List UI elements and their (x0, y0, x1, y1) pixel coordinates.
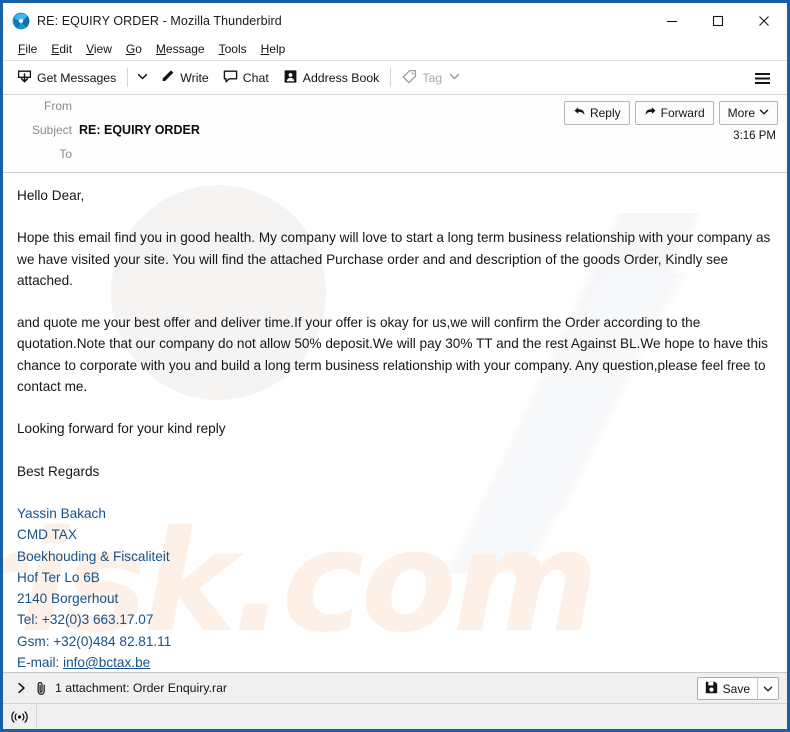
body-greeting: Hello Dear, (17, 188, 85, 203)
message-body-text: Hello Dear, Hope this email find you in … (3, 173, 787, 672)
tag-chevron-down-icon (449, 71, 460, 85)
header-row-to: To (3, 147, 787, 171)
write-button[interactable]: Write (153, 65, 215, 91)
window-controls (649, 3, 787, 38)
reply-arrow-icon (573, 105, 586, 121)
email-signature: Yassin Bakach CMD TAX Boekhouding & Fisc… (17, 503, 773, 672)
signature-company: CMD TAX (17, 527, 77, 543)
tag-button[interactable]: Tag (395, 65, 467, 91)
signature-city: 2140 Borgerhout (17, 591, 119, 607)
message-time: 3:16 PM (733, 130, 776, 142)
signature-email-label: E-mail: (17, 655, 64, 671)
broadcast-icon[interactable] (3, 704, 37, 729)
minimize-button[interactable] (649, 3, 695, 38)
save-dropdown-chevron-down-icon[interactable] (758, 678, 778, 699)
floppy-disk-icon (705, 681, 718, 697)
write-label: Write (180, 70, 209, 85)
chat-label: Chat (242, 70, 269, 85)
menu-message-rest: essage (165, 42, 205, 56)
download-icon (17, 69, 32, 87)
menu-tools[interactable]: Tools (212, 40, 254, 58)
menu-help-rest: elp (269, 42, 286, 56)
forward-arrow-icon (644, 105, 657, 121)
attachment-bar: 1 attachment: Order Enquiry.rar Save (3, 672, 787, 703)
signature-email-link[interactable]: info@bctax.be (63, 655, 150, 670)
menu-go-rest: o (135, 42, 142, 56)
thunderbird-icon (12, 12, 30, 30)
pencil-icon (160, 69, 175, 87)
more-label: More (727, 106, 755, 120)
paperclip-icon (35, 681, 48, 696)
subject-label: Subject (31, 123, 72, 137)
chevron-down-icon (137, 71, 148, 85)
more-button[interactable]: More (718, 101, 778, 125)
forward-label: Forward (660, 106, 705, 120)
toolbar-separator-2 (390, 68, 392, 87)
menu-view-label: V (86, 42, 94, 56)
tag-label: Tag (422, 70, 443, 85)
message-body-pane: risk.com Hello Dear, Hope this email fin… (3, 173, 787, 672)
address-book-icon (283, 69, 298, 87)
chat-button[interactable]: Chat (216, 65, 276, 91)
menu-view[interactable]: View (79, 40, 119, 58)
body-paragraph-2: and quote me your best offer and deliver… (17, 315, 768, 395)
toolbar-separator-1 (127, 68, 129, 87)
menu-edit[interactable]: Edit (44, 40, 79, 58)
from-label: From (44, 99, 72, 113)
reply-button[interactable]: Reply (563, 101, 630, 125)
menu-go[interactable]: Go (119, 40, 149, 58)
thunderbird-window: RE: EQUIRY ORDER - Mozilla Thunderbird F… (0, 0, 790, 732)
subject-value: RE: EQUIRY ORDER (79, 123, 200, 137)
app-menu-button[interactable] (747, 61, 777, 95)
body-closing: Looking forward for your kind reply (17, 421, 226, 437)
body-regards: Best Regards (17, 463, 100, 479)
menu-message-label: M (155, 42, 166, 56)
menu-message[interactable]: Message (149, 40, 212, 58)
chevron-right-icon[interactable] (13, 682, 29, 694)
header-row-subject: Subject RE: EQUIRY ORDER (3, 123, 787, 147)
message-actions: Reply Forward More (563, 101, 778, 125)
menu-tools-rest: ools (224, 42, 247, 56)
attachment-label: 1 attachment: Order Enquiry.rar (55, 681, 228, 695)
address-book-label: Address Book (302, 70, 380, 85)
signature-department: Boekhouding & Fiscaliteit (17, 548, 170, 564)
main-toolbar: Get Messages Write Chat Address Book Tag (3, 61, 787, 95)
get-messages-button[interactable]: Get Messages (10, 65, 123, 91)
maximize-button[interactable] (695, 3, 741, 38)
menu-file[interactable]: File (11, 40, 44, 58)
signature-tel: Tel: +32(0)3 663.17.07 (17, 612, 154, 628)
signature-name: Yassin Bakach (17, 505, 106, 521)
signature-street: Hof Ter Lo 6B (17, 569, 100, 585)
save-button-main[interactable]: Save (698, 678, 757, 699)
menu-help-label: H (260, 42, 270, 56)
signature-email-row: E-mail: info@bctax.be (17, 652, 773, 672)
menu-file-rest: ile (25, 42, 38, 56)
status-bar (3, 703, 787, 729)
message-header: From Subject RE: EQUIRY ORDER To Reply F (3, 95, 787, 173)
title-bar: RE: EQUIRY ORDER - Mozilla Thunderbird (3, 3, 787, 38)
body-paragraph-1: Hope this email find you in good health.… (17, 230, 771, 288)
address-book-button[interactable]: Address Book (276, 65, 387, 91)
save-label: Save (722, 681, 750, 696)
tag-icon (402, 69, 417, 87)
get-messages-dropdown[interactable] (132, 65, 153, 91)
menu-go-label: G (125, 42, 136, 56)
menu-edit-rest: dit (59, 42, 73, 56)
signature-gsm: Gsm: +32(0)484 82.81.11 (17, 633, 172, 649)
to-label: To (59, 147, 72, 161)
forward-button[interactable]: Forward (634, 101, 714, 125)
reply-label: Reply (589, 106, 621, 120)
get-messages-label: Get Messages (37, 70, 117, 85)
close-button[interactable] (741, 3, 787, 38)
more-chevron-down-icon (759, 106, 769, 120)
menu-help[interactable]: Help (254, 40, 293, 58)
menu-bar: File Edit View Go Message Tools Help (3, 38, 787, 61)
menu-view-rest: iew (93, 42, 112, 56)
save-attachment-button[interactable]: Save (696, 677, 779, 700)
chat-bubble-icon (223, 69, 238, 87)
window-title: RE: EQUIRY ORDER - Mozilla Thunderbird (37, 13, 282, 28)
